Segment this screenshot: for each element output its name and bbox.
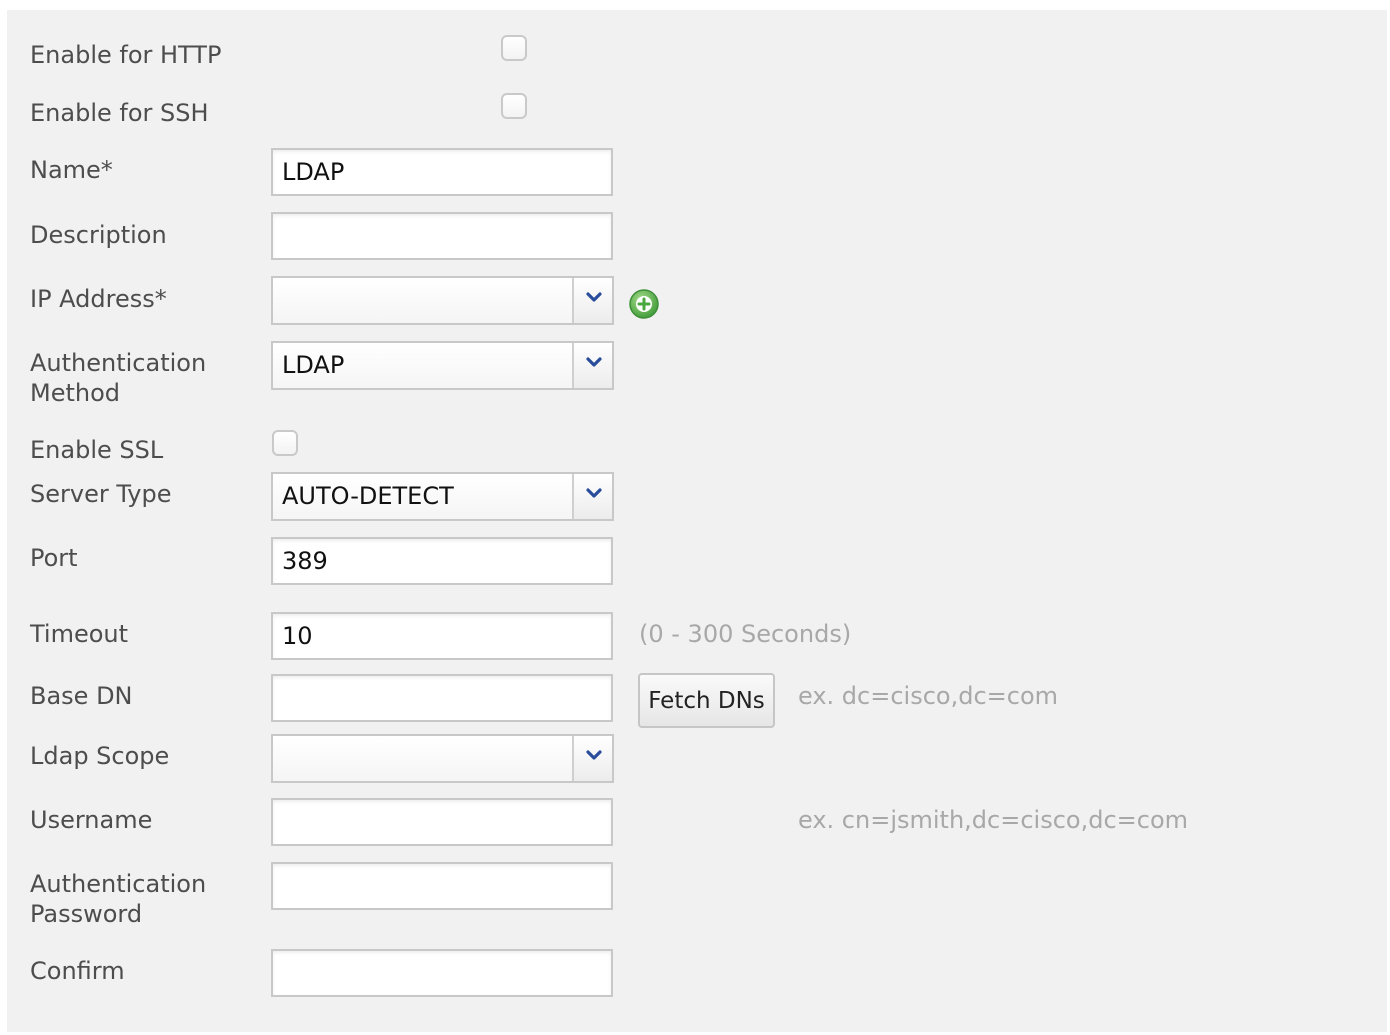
fetch-dns-button[interactable]: Fetch DNs [638,673,775,728]
base-dn-label: Base DN [30,682,133,710]
timeout-label: Timeout [30,620,129,648]
port-input[interactable] [271,537,613,585]
ldap-form-panel [7,10,1387,1032]
ip-address-dropdown-button[interactable] [572,278,612,323]
auth-method-dropdown-button[interactable] [572,343,612,388]
auth-method-label-line1: Authentication [30,349,207,377]
base-dn-hint: ex. dc=cisco,dc=com [798,682,1059,710]
ldap-scope-dropdown-button[interactable] [572,736,612,781]
timeout-input[interactable] [271,612,613,660]
name-input[interactable] [271,148,613,196]
server-type-label: Server Type [30,480,172,508]
confirm-label: Confirm [30,957,125,985]
port-label: Port [30,544,78,572]
auth-method-select[interactable]: LDAP [271,341,614,390]
name-label: Name* [30,156,113,184]
base-dn-input[interactable] [271,674,613,722]
enable-http-checkbox[interactable] [501,35,527,61]
description-input[interactable] [271,212,613,260]
ip-address-label: IP Address* [30,285,167,313]
auth-password-input[interactable] [271,862,613,910]
auth-method-value: LDAP [282,351,345,379]
server-type-select[interactable]: AUTO-DETECT [271,472,614,521]
chevron-down-icon [586,750,602,760]
chevron-down-icon [586,488,602,498]
ip-address-select[interactable] [271,276,614,325]
auth-password-label-line1: Authentication [30,870,207,898]
server-type-value: AUTO-DETECT [282,482,454,510]
enable-ssl-label: Enable SSL [30,436,164,464]
enable-ssh-label: Enable for SSH [30,99,209,127]
ldap-scope-label: Ldap Scope [30,742,170,770]
server-type-dropdown-button[interactable] [572,474,612,519]
username-input[interactable] [271,798,613,846]
enable-http-label: Enable for HTTP [30,41,222,69]
username-label: Username [30,806,153,834]
confirm-password-input[interactable] [271,949,613,997]
timeout-hint: (0 - 300 Seconds) [639,620,852,648]
enable-ssl-checkbox[interactable] [272,430,298,456]
description-label: Description [30,221,167,249]
ldap-scope-select[interactable] [271,734,614,783]
username-hint: ex. cn=jsmith,dc=cisco,dc=com [798,806,1188,834]
enable-ssh-checkbox[interactable] [501,93,527,119]
auth-method-label-line2: Method [30,379,121,407]
auth-password-label-line2: Password [30,900,143,928]
chevron-down-icon [586,357,602,367]
chevron-down-icon [586,292,602,302]
add-circle-icon[interactable] [628,288,660,320]
